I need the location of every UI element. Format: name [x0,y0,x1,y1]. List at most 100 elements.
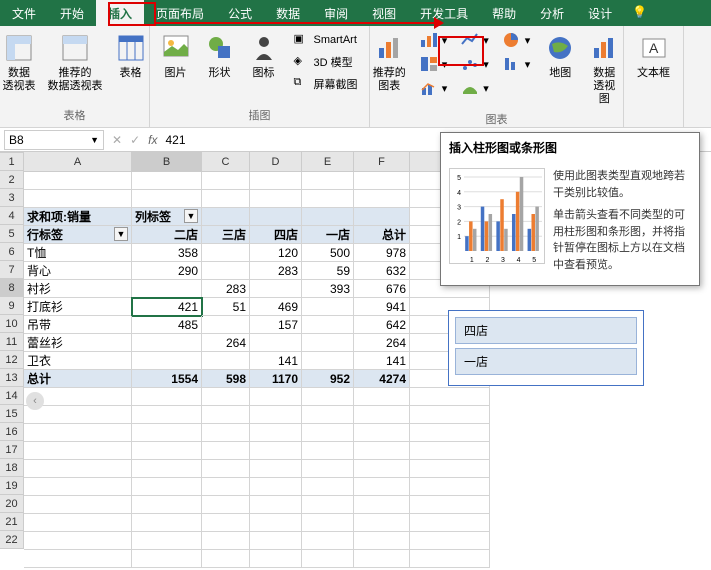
cell[interactable] [354,478,410,496]
cell[interactable] [202,532,250,550]
scroll-left-hint[interactable]: ‹ [26,392,44,410]
row-header[interactable]: 8 [0,279,24,297]
cell[interactable]: 141 [354,352,410,370]
cell[interactable] [354,406,410,424]
slicer-item[interactable]: 一店 [455,348,637,375]
cell[interactable] [202,406,250,424]
row-header[interactable]: 22 [0,531,24,549]
tab-file[interactable]: 文件 [0,0,48,26]
cell[interactable]: 598 [202,370,250,388]
cell[interactable] [354,208,410,226]
cell[interactable] [250,514,302,532]
cell[interactable] [24,496,132,514]
tab-help[interactable]: 帮助 [480,0,528,26]
cell[interactable]: 642 [354,316,410,334]
cell[interactable] [410,496,490,514]
scatter-chart-button[interactable]: ▾ [457,54,493,74]
shapes-button[interactable]: 形状 [202,30,238,82]
row-header[interactable]: 14 [0,387,24,405]
cell[interactable] [302,550,354,568]
row-header[interactable]: 10 [0,315,24,333]
enter-icon[interactable]: ✓ [130,133,140,147]
filter-dropdown-icon[interactable]: ▼ [184,209,198,223]
cell[interactable] [132,388,202,406]
cell[interactable] [354,514,410,532]
cell[interactable] [132,514,202,532]
cell[interactable] [302,208,354,226]
cell[interactable]: 四店 [250,226,302,244]
cell[interactable] [202,550,250,568]
row-header[interactable]: 5 [0,225,24,243]
cell[interactable] [250,406,302,424]
cell[interactable]: 264 [354,334,410,352]
cell[interactable]: 469 [250,298,302,316]
cell[interactable] [202,172,250,190]
cell[interactable]: 背心 [24,262,132,280]
row-header[interactable]: 21 [0,513,24,531]
cell[interactable] [302,424,354,442]
cell[interactable]: 393 [302,280,354,298]
cell[interactable] [354,496,410,514]
cell[interactable] [202,460,250,478]
column-chart-button[interactable]: ▾ [416,30,452,50]
formula-input[interactable]: 421 [165,133,185,147]
row-header[interactable]: 15 [0,405,24,423]
cell[interactable] [202,208,250,226]
cell[interactable] [24,532,132,550]
tell-me-icon[interactable]: 💡 [624,0,655,26]
hierarchy-chart-button[interactable]: ▾ [416,54,452,74]
cell[interactable]: 120 [250,244,302,262]
row-header[interactable]: 11 [0,333,24,351]
cell[interactable]: 4274 [354,370,410,388]
cell[interactable] [202,190,250,208]
cell[interactable] [250,460,302,478]
row-header[interactable]: 1 [0,153,24,171]
cell[interactable] [410,442,490,460]
cell[interactable] [24,190,132,208]
cell[interactable] [354,532,410,550]
column-header[interactable]: A [24,152,132,172]
cell[interactable]: 952 [302,370,354,388]
cell[interactable] [202,424,250,442]
cell[interactable]: 打底衫 [24,298,132,316]
column-header[interactable]: B [132,152,202,172]
cell[interactable] [302,190,354,208]
cell[interactable] [132,352,202,370]
cell[interactable]: 500 [302,244,354,262]
cell[interactable] [302,442,354,460]
screenshot-button[interactable]: ⧉屏幕截图 [290,74,362,94]
cell[interactable] [250,190,302,208]
table-button[interactable]: 表格 [113,30,149,82]
cell[interactable]: 941 [354,298,410,316]
cell[interactable]: 141 [250,352,302,370]
cell[interactable] [202,316,250,334]
cell[interactable] [302,334,354,352]
row-header[interactable]: 4 [0,207,24,225]
cell[interactable] [202,514,250,532]
cell[interactable] [250,496,302,514]
row-header[interactable]: 3 [0,189,24,207]
row-header[interactable]: 13 [0,369,24,387]
cell[interactable] [410,388,490,406]
cell[interactable] [302,352,354,370]
cell[interactable]: 157 [250,316,302,334]
fx-icon[interactable]: fx [148,133,157,147]
3dmodel-button[interactable]: ◈3D 模型 [290,52,362,72]
cell[interactable]: 总计 [24,370,132,388]
cell[interactable] [302,532,354,550]
cell[interactable] [24,442,132,460]
cell[interactable] [410,514,490,532]
cell[interactable] [354,388,410,406]
cell[interactable] [250,550,302,568]
row-header[interactable]: 12 [0,351,24,369]
cell[interactable] [354,442,410,460]
line-chart-button[interactable]: ▾ [457,30,493,50]
cell[interactable] [250,478,302,496]
textbox-button[interactable]: A文本框 [635,30,672,82]
cell[interactable] [132,424,202,442]
tab-insert[interactable]: 插入 [96,0,144,26]
cell[interactable]: 421 [132,298,202,316]
cell[interactable]: 485 [132,316,202,334]
cell[interactable] [24,406,132,424]
cell[interactable]: 1170 [250,370,302,388]
